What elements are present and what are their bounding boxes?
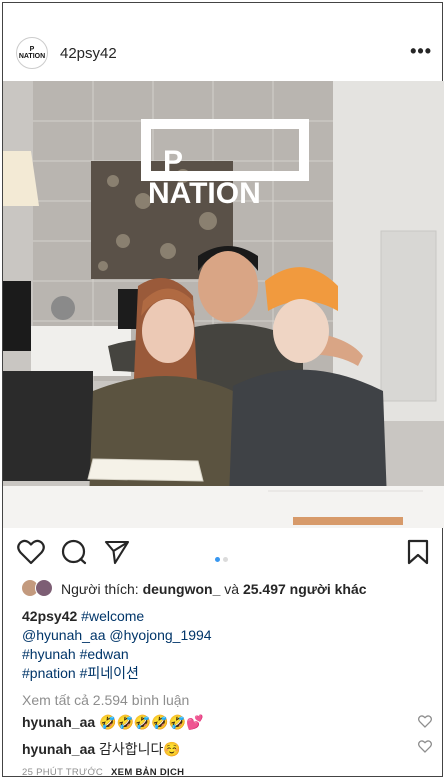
hashtag[interactable]: #pnation [22, 665, 76, 681]
likes-user[interactable]: deungwon_ [143, 581, 221, 597]
hashtag[interactable]: #edwan [80, 646, 129, 662]
post-header: P NATION 42psy42 ••• [3, 3, 444, 81]
comment-text: 감사합니다☺️ [99, 741, 181, 757]
bookmark-icon[interactable] [407, 539, 429, 570]
pnation-logo: P NATION [18, 46, 46, 60]
share-icon[interactable] [104, 539, 130, 570]
post-timestamp: 25 PHÚT TRƯỚC XEM BẢN DỊCH [22, 767, 185, 778]
more-horizontal-icon[interactable]: ••• [410, 41, 432, 62]
mention[interactable]: @hyojong_1994 [109, 627, 211, 643]
carousel-dot [223, 557, 228, 562]
translate-link[interactable]: XEM BẢN DỊCH [111, 767, 184, 778]
comment-icon[interactable] [61, 539, 87, 570]
comment-user[interactable]: hyunah_aa [22, 714, 95, 730]
comment-like-heart-icon[interactable] [418, 740, 432, 756]
liker-avatar[interactable] [35, 579, 53, 597]
likes-prefix: Người thích: [61, 581, 143, 597]
avatar[interactable]: P NATION [16, 37, 48, 69]
likes-count[interactable]: 25.497 người khác [243, 581, 367, 597]
svg-text:NATION: NATION [148, 177, 261, 210]
likes-summary: Người thích: deungwon_ và 25.497 người k… [17, 578, 437, 600]
hashtag[interactable]: #welcome [81, 608, 144, 624]
comment-text: 🤣🤣🤣🤣🤣💕 [99, 714, 204, 730]
photo-illustration: P NATION [3, 81, 444, 528]
hashtag[interactable]: #hyunah [22, 646, 76, 662]
post-username[interactable]: 42psy42 [60, 45, 117, 62]
post-frame: P NATION 42psy42 ••• P NATION Người thíc… [2, 2, 444, 778]
svg-text:P: P [163, 145, 183, 178]
carousel-indicator[interactable] [215, 549, 231, 567]
comment-row: hyunah_aa 🤣🤣🤣🤣🤣💕 [22, 714, 432, 734]
comment-row: hyunah_aa 감사합니다☺️ [22, 739, 432, 759]
mention[interactable]: @hyunah_aa [22, 627, 106, 643]
post-caption: 42psy42 #welcome @hyunah_aa @hyojong_199… [22, 607, 212, 683]
carousel-dot-active [215, 557, 220, 562]
comment-like-heart-icon[interactable] [418, 715, 432, 731]
hashtag[interactable]: #피네이션 [80, 665, 139, 681]
post-photo[interactable]: P NATION [3, 81, 444, 528]
heart-icon[interactable] [17, 539, 45, 570]
comment-user[interactable]: hyunah_aa [22, 741, 95, 757]
view-all-comments-link[interactable]: Xem tất cả 2.594 bình luận [22, 692, 189, 708]
caption-author[interactable]: 42psy42 [22, 608, 77, 624]
